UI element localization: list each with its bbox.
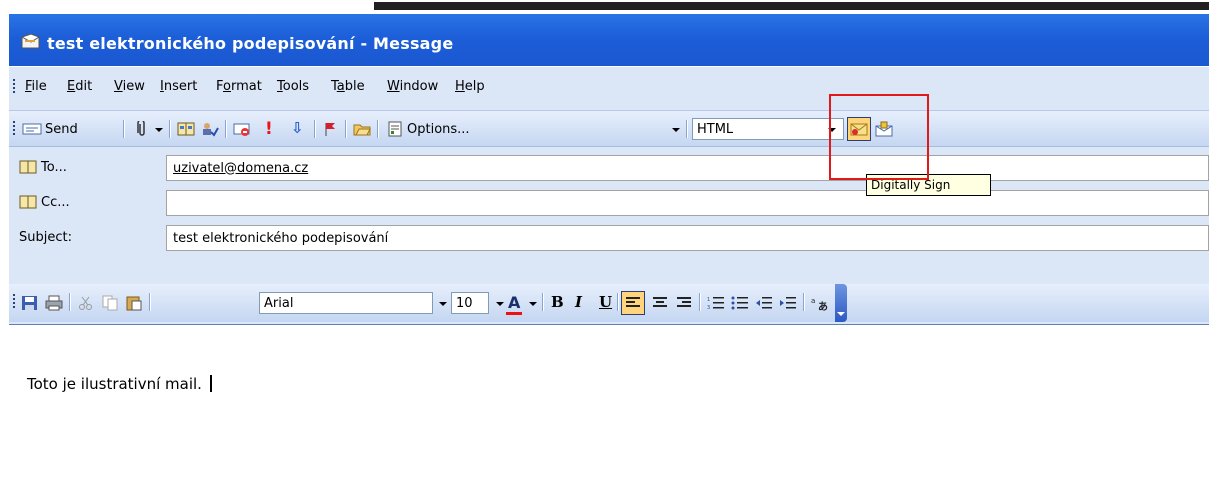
annotation-highlight-box [829,94,929,180]
toolbar-grip[interactable] [13,79,16,95]
text-cursor [209,375,212,392]
svg-text:a: a [811,297,815,305]
svg-text:3: 3 [707,305,710,311]
toolbar-grip[interactable] [13,121,16,137]
window-title: test elektronického podepisování - Messa… [47,34,454,53]
chevron-down-icon[interactable] [155,128,163,132]
send-label: Send [45,121,78,137]
font-name-select[interactable]: Arial [259,292,433,314]
tooltip-text: Digitally Sign [871,178,951,192]
cc-button[interactable]: Cc... [19,190,70,214]
menu-help[interactable]: Help [455,79,485,94]
address-book-icon[interactable] [177,121,195,137]
save-icon[interactable] [21,295,39,311]
to-recipient[interactable]: uzivatel@domena.cz [173,161,308,176]
menu-table[interactable]: Table [331,79,365,94]
bold-button[interactable]: B [551,293,564,311]
underline-button[interactable]: U [599,293,612,311]
align-left-button[interactable] [621,291,645,315]
italic-button[interactable]: I [575,293,582,311]
increase-indent-icon[interactable] [779,295,797,311]
font-size-select[interactable]: 10 [451,292,489,314]
to-label: To... [41,159,67,175]
phonetic-guide-icon[interactable]: aあ [811,295,829,311]
top-edge [9,0,1209,14]
align-right-icon[interactable] [675,295,693,311]
options-button[interactable]: Options... [387,119,470,139]
font-color-icon[interactable]: A [508,293,520,312]
align-left-icon [626,297,640,307]
subject-field[interactable]: test elektronického podepisování [166,225,1209,251]
address-book-icon [19,195,37,209]
standard-toolbar: Send ! ⇩ Options... HTML [9,110,1209,147]
bulleted-list-icon[interactable] [731,295,749,311]
header-fields: To... uzivatel@domena.cz Cc... Subject: … [9,146,1209,281]
menu-tools[interactable]: Tools [277,79,309,94]
numbered-list-icon[interactable]: 13 [707,295,725,311]
envelope-window-icon [21,33,41,49]
menu-edit[interactable]: Edit [67,79,92,94]
font-name-value: Arial [264,295,294,311]
font-color-swatch [506,312,522,315]
cc-field[interactable] [166,190,1209,216]
send-icon [22,123,42,135]
options-icon [388,121,402,137]
chevron-down-icon[interactable] [439,302,447,306]
open-folder-icon[interactable] [353,121,371,137]
options-label: Options... [407,121,470,137]
cut-icon[interactable] [77,295,95,311]
message-window: test elektronického podepisování - Messa… [9,0,1209,478]
address-book-icon [19,160,37,174]
menu-window[interactable]: Window [387,79,438,94]
font-size-value: 10 [456,295,473,311]
cc-label: Cc... [41,194,70,210]
align-center-icon[interactable] [651,295,669,311]
send-button[interactable]: Send [22,119,78,139]
to-button[interactable]: To... [19,155,67,179]
check-names-icon[interactable] [201,121,219,137]
toolbar-grip[interactable] [13,294,16,310]
high-importance-icon[interactable]: ! [265,119,273,139]
paperclip-icon[interactable] [133,121,151,137]
menu-file[interactable]: File [25,79,47,94]
decrease-indent-icon[interactable] [755,295,773,311]
menu-bar: File Edit View Insert Format Tools Table… [9,66,1209,111]
subject-label: Subject: [19,229,72,245]
to-field[interactable]: uzivatel@domena.cz [166,155,1209,181]
message-format-select[interactable]: HTML [692,118,844,140]
chevron-down-icon [837,312,845,316]
message-body[interactable]: Toto je ilustrativní mail. [9,324,1209,478]
menu-view[interactable]: View [114,79,145,94]
title-bar: test elektronického podepisování - Messa… [9,14,1209,66]
copy-icon[interactable] [101,295,119,311]
menu-insert[interactable]: Insert [160,79,197,94]
chevron-down-icon[interactable] [672,128,680,132]
message-body-text: Toto je ilustrativní mail. [27,375,202,393]
menu-format[interactable]: Format [216,79,262,94]
print-icon[interactable] [45,295,63,311]
message-text: Toto je ilustrativní mail. [27,375,212,393]
paste-icon[interactable] [125,295,143,311]
subject-value: test elektronického podepisování [173,230,389,246]
toolbar-options-chevron[interactable] [835,284,847,322]
svg-text:あ: あ [818,300,828,311]
svg-text:1: 1 [707,297,710,303]
permission-icon[interactable] [233,121,251,137]
chevron-down-icon[interactable] [529,302,537,306]
message-format-value: HTML [697,121,734,137]
chevron-down-icon[interactable] [496,302,504,306]
formatting-toolbar: Arial 10 A B I U 13 aあ [9,284,1209,322]
flag-icon[interactable] [321,121,339,137]
low-importance-icon[interactable]: ⇩ [291,119,304,137]
